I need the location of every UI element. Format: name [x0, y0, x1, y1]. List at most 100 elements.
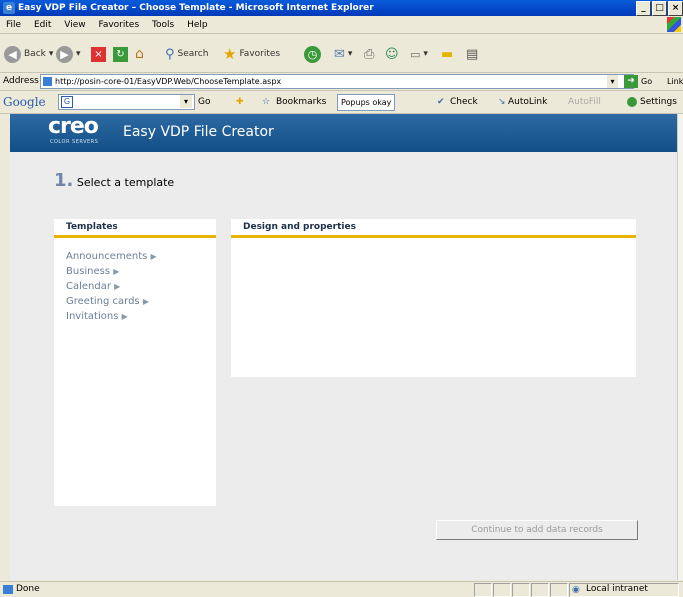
templates-panel: Templates Announcements ▶ Business ▶ Cal… [54, 219, 216, 506]
back-button[interactable]: ◀ Back ▾ [4, 44, 53, 64]
mail-button[interactable]: ✉ ▾ [334, 44, 352, 64]
address-bar: Address http://posin-core-01/EasyVDP.Web… [0, 73, 683, 91]
spellcheck-icon: ✔ [437, 97, 445, 107]
messenger-icon: ☺ [385, 46, 399, 62]
arrow-right-icon: ▶ [142, 297, 149, 306]
settings-icon [627, 97, 637, 107]
window-title: Easy VDP File Creator – Choose Template … [18, 3, 374, 13]
popups-label: Popups okay [341, 98, 392, 107]
menu-edit[interactable]: Edit [34, 17, 51, 33]
google-logo: Google [3, 95, 46, 109]
media-button[interactable]: ◷ [304, 44, 321, 64]
edit-button[interactable]: ▭ ▾ [410, 44, 428, 64]
folder-icon: ▬ [441, 46, 454, 62]
folder-button[interactable]: ▬ [441, 44, 453, 64]
menu-favorites[interactable]: Favorites [98, 17, 139, 33]
autolink-button[interactable]: AutoLink [508, 91, 547, 113]
google-search-input[interactable]: G [58, 94, 195, 110]
template-item-announcements[interactable]: Announcements ▶ [66, 249, 216, 264]
page-status-icon [3, 585, 13, 594]
app-banner: creo COLOR SERVERS Easy VDP File Creator [10, 114, 677, 152]
window-titlebar: e Easy VDP File Creator – Choose Templat… [0, 0, 683, 16]
bookmarks-button[interactable]: Bookmarks [276, 91, 326, 113]
stop-button[interactable]: × [91, 44, 106, 64]
page-scrollbar[interactable] [677, 114, 683, 580]
minimize-button[interactable]: _ [636, 1, 651, 16]
close-button[interactable]: × [668, 1, 683, 16]
links-button[interactable]: Links [667, 73, 683, 90]
design-properties-header: Design and properties [231, 219, 636, 238]
menu-tools[interactable]: Tools [152, 17, 174, 33]
template-item-calendar[interactable]: Calendar ▶ [66, 279, 216, 294]
refresh-button[interactable]: ↻ [113, 44, 128, 64]
back-arrow-icon: ◀ [4, 45, 21, 63]
home-button[interactable]: ⌂ [135, 44, 152, 64]
google-go-button[interactable]: Go [198, 91, 210, 113]
bookmark-star-icon: ☆ [262, 97, 271, 107]
template-item-business[interactable]: Business ▶ [66, 264, 216, 279]
google-dropdown-icon[interactable]: ▾ [180, 95, 192, 108]
forward-arrow-icon: ▶ [56, 45, 73, 63]
dropdown-icon: ▾ [76, 49, 81, 59]
maximize-button[interactable]: □ [652, 1, 667, 16]
creo-logo-subtitle: COLOR SERVERS [50, 139, 99, 145]
go-button[interactable]: Go [641, 73, 652, 90]
address-label: Address [3, 76, 39, 86]
arrow-right-icon: ▶ [150, 252, 157, 261]
menu-view[interactable]: View [64, 17, 85, 33]
research-button[interactable]: ▤ [466, 44, 478, 64]
print-button[interactable]: ⎙ [364, 44, 374, 64]
standard-toolbar: ◀ Back ▾ ▶ ▾ × ↻ ⌂ ⚲ Search ★ Favorites ◷… [0, 34, 683, 73]
arrow-right-icon: ▶ [121, 312, 128, 321]
google-toolbar: Google G ▾ Go ✚ ☆ Bookmarks Popups okay … [0, 91, 683, 114]
status-pane [550, 583, 568, 597]
page-icon [43, 77, 52, 86]
template-item-greeting-cards[interactable]: Greeting cards ▶ [66, 294, 216, 309]
page-viewport: creo COLOR SERVERS Easy VDP File Creator… [10, 114, 677, 580]
templates-header: Templates [54, 219, 216, 238]
google-g-icon: G [61, 96, 73, 108]
stop-icon: × [91, 46, 106, 62]
design-properties-panel: Design and properties [231, 219, 636, 377]
creo-logo: creo [48, 114, 99, 139]
arrow-right-icon: ▶ [114, 282, 121, 291]
windows-logo-icon [667, 17, 681, 32]
status-text: Done [16, 584, 40, 594]
go-arrow-icon[interactable]: ➜ [624, 75, 638, 88]
menu-file[interactable]: File [6, 17, 21, 33]
window-controls: _ □ × [636, 1, 683, 16]
zone-text: Local intranet [586, 584, 648, 594]
check-button[interactable]: Check [450, 91, 478, 113]
menu-help[interactable]: Help [187, 17, 208, 33]
ie-app-icon: e [3, 2, 15, 14]
continue-button[interactable]: Continue to add data records [436, 520, 638, 540]
search-icon: ⚲ [165, 46, 175, 62]
settings-button[interactable]: Settings [640, 91, 677, 113]
address-input[interactable]: http://posin-core-01/EasyVDP.Web/ChooseT… [40, 74, 634, 89]
research-icon: ▤ [466, 46, 479, 62]
favorites-button[interactable]: ★ Favorites [223, 44, 280, 64]
forward-button[interactable]: ▶ ▾ [56, 44, 81, 64]
autofill-button[interactable]: AutoFill [568, 91, 601, 113]
dropdown-icon: ▾ [423, 49, 428, 59]
intranet-globe-icon: ◉ [572, 585, 580, 595]
messenger-button[interactable]: ☺ [385, 44, 399, 64]
template-item-invitations[interactable]: Invitations ▶ [66, 309, 216, 324]
status-pane [531, 583, 549, 597]
step-title: Select a template [76, 176, 175, 189]
address-url: http://posin-core-01/EasyVDP.Web/ChooseT… [55, 77, 282, 86]
star-icon: ★ [223, 45, 237, 63]
arrow-right-icon: ▶ [113, 267, 120, 276]
app-title: Easy VDP File Creator [123, 124, 274, 140]
autolink-icon: ↘ [498, 97, 506, 107]
popups-button[interactable]: Popups okay [337, 94, 396, 111]
home-icon: ⌂ [135, 45, 144, 62]
status-pane [493, 583, 511, 597]
status-pane [474, 583, 492, 597]
status-pane [512, 583, 530, 597]
search-button[interactable]: ⚲ Search [165, 44, 208, 64]
pagerank-icon: ✚ [236, 97, 244, 107]
edit-icon: ▭ [410, 47, 421, 61]
address-dropdown-icon[interactable]: ▾ [607, 75, 618, 88]
refresh-icon: ↻ [113, 46, 128, 62]
